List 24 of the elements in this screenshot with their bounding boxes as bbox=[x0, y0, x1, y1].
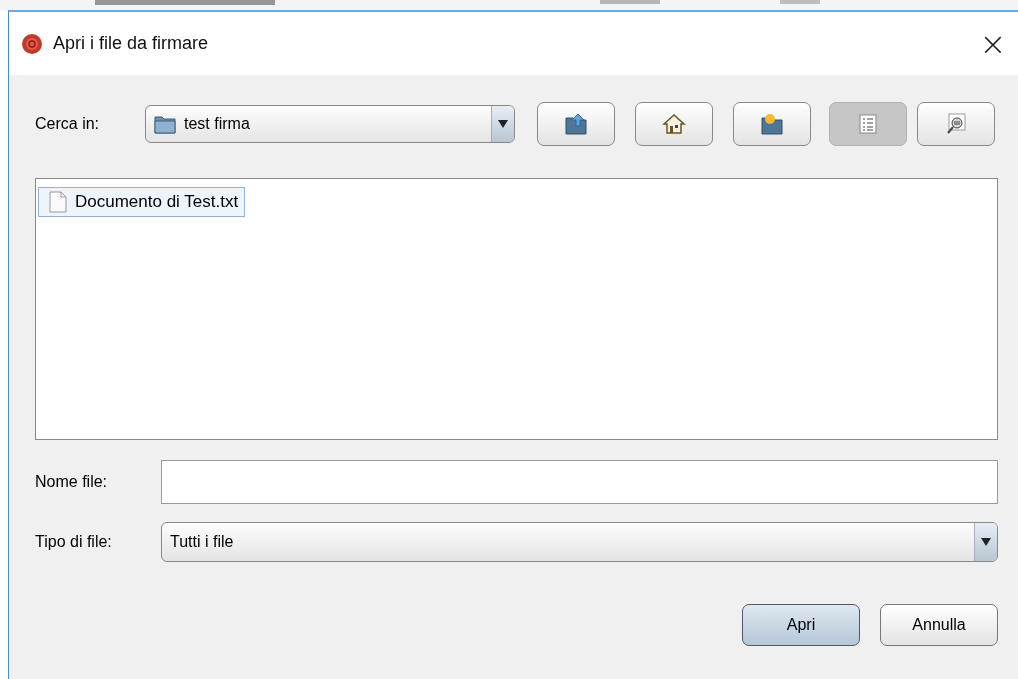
new-folder-icon bbox=[760, 113, 784, 135]
list-view-button[interactable] bbox=[829, 102, 907, 146]
file-item[interactable]: Documento di Test.txt bbox=[38, 187, 246, 217]
up-folder-button[interactable] bbox=[537, 102, 615, 146]
list-icon bbox=[858, 114, 878, 134]
home-icon bbox=[662, 113, 686, 135]
cancel-button[interactable]: Annulla bbox=[880, 604, 998, 646]
window-title: Apri i file da firmare bbox=[53, 33, 210, 54]
file-name-field[interactable] bbox=[161, 460, 998, 504]
details-view-button[interactable] bbox=[917, 102, 995, 146]
file-type-label: Tipo di file: bbox=[35, 533, 113, 551]
file-name-label: Nome file: bbox=[35, 473, 109, 491]
folder-up-arrow-icon bbox=[564, 113, 588, 135]
magnifier-icon bbox=[945, 113, 967, 135]
seal-icon bbox=[21, 32, 43, 55]
folder-icon bbox=[154, 114, 176, 134]
open-button[interactable]: Apri bbox=[742, 604, 860, 646]
new-folder-button[interactable] bbox=[733, 102, 811, 146]
look-in-dropdown[interactable]: test firma bbox=[145, 105, 515, 143]
look-in-label: Cerca in: bbox=[35, 115, 101, 133]
document-icon bbox=[49, 191, 67, 213]
home-button[interactable] bbox=[635, 102, 713, 146]
file-type-dropdown[interactable]: Tutti i file bbox=[161, 522, 998, 562]
close-button[interactable]: × bbox=[970, 27, 1016, 60]
